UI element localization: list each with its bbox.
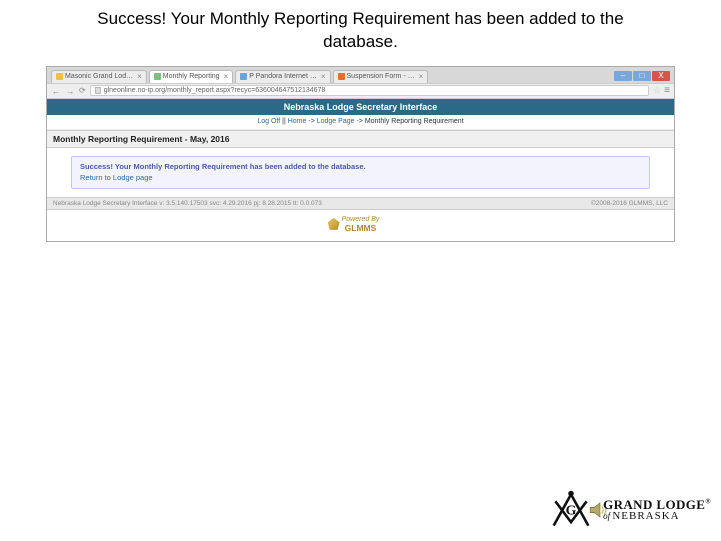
glmms-logo: Powered By GLMMS: [342, 216, 380, 233]
bookmark-star-icon[interactable]: ☆: [653, 85, 661, 96]
tab-suspension[interactable]: Suspension Form - … ×: [333, 70, 429, 83]
tab-label: Masonic Grand Lod…: [65, 73, 133, 80]
tab-close-icon[interactable]: ×: [137, 72, 142, 81]
breadcrumb: Log Off || Home -> Lodge Page -> Monthly…: [47, 115, 674, 130]
chrome-menu-icon[interactable]: ≡: [664, 85, 670, 96]
footer-left-text: Nebraska Lodge Secretary Interface v: 3.…: [53, 200, 322, 207]
app-footer: Nebraska Lodge Secretary Interface v: 3.…: [47, 197, 674, 210]
tab-monthly-reporting[interactable]: Monthly Reporting ×: [149, 70, 233, 83]
system-banner: Nebraska Lodge Secretary Interface: [47, 99, 674, 115]
breadcrumb-lodge[interactable]: Lodge Page: [317, 118, 355, 125]
browser-window: Masonic Grand Lod… × Monthly Reporting ×…: [46, 66, 675, 242]
return-link[interactable]: Return to Lodge page: [80, 173, 641, 182]
favicon: [56, 73, 63, 80]
reload-button[interactable]: ⟳: [79, 86, 86, 95]
favicon: [154, 73, 161, 80]
square-and-compass-icon: G: [545, 487, 597, 533]
grand-lodge-text: GRAND LODGE® of NEBRASKA: [603, 498, 711, 522]
window-maximize-button[interactable]: □: [633, 71, 651, 81]
tab-label: Suspension Form - …: [347, 73, 415, 80]
logo-state: NEBRASKA: [612, 510, 679, 522]
breadcrumb-home[interactable]: Home: [288, 118, 307, 125]
section-heading: Monthly Reporting Requirement - May, 201…: [47, 130, 674, 148]
page-content: Nebraska Lodge Secretary Interface Log O…: [47, 99, 674, 241]
document-icon: [95, 87, 101, 94]
window-minimize-button[interactable]: –: [614, 71, 632, 81]
logoff-link[interactable]: Log Off: [257, 118, 280, 125]
url-field[interactable]: glneonline.no-ip.org/monthly_report.aspx…: [90, 85, 649, 96]
back-button[interactable]: ←: [51, 86, 61, 96]
slide-title: Success! Your Monthly Reporting Requirem…: [0, 0, 721, 66]
url-text: glneonline.no-ip.org/monthly_report.aspx…: [104, 87, 326, 94]
tab-close-icon[interactable]: ×: [419, 72, 424, 81]
tab-strip: Masonic Grand Lod… × Monthly Reporting ×…: [47, 67, 674, 83]
breadcrumb-current: Monthly Reporting Requirement: [365, 118, 464, 125]
tab-pandora[interactable]: P Pandora Internet … ×: [235, 70, 330, 83]
window-controls: – □ X: [614, 71, 670, 83]
forward-button[interactable]: →: [65, 86, 75, 96]
svg-text:G: G: [566, 502, 577, 517]
address-bar: ← → ⟳ glneonline.no-ip.org/monthly_repor…: [47, 83, 674, 99]
powered-by: Powered By GLMMS: [47, 210, 674, 241]
tab-label: Monthly Reporting: [163, 73, 220, 80]
powered-by-label: Powered By: [342, 216, 380, 223]
success-message-box: Success! Your Monthly Reporting Requirem…: [71, 156, 650, 189]
favicon: [240, 73, 247, 80]
tab-close-icon[interactable]: ×: [321, 72, 326, 81]
success-message-text: Success! Your Monthly Reporting Requirem…: [80, 162, 641, 171]
tab-masonic[interactable]: Masonic Grand Lod… ×: [51, 70, 147, 83]
logo-of: of: [603, 511, 612, 521]
glmms-name: GLMMS: [342, 223, 380, 233]
grand-lodge-logo: G GRAND LODGE® of NEBRASKA: [545, 487, 711, 533]
footer-right-text: ©2008-2016 GLMMS, LLC: [591, 200, 668, 207]
window-close-button[interactable]: X: [652, 71, 670, 81]
tab-label: P Pandora Internet …: [249, 73, 317, 80]
tab-close-icon[interactable]: ×: [224, 72, 229, 81]
registered-mark: ®: [705, 498, 711, 506]
favicon: [338, 73, 345, 80]
